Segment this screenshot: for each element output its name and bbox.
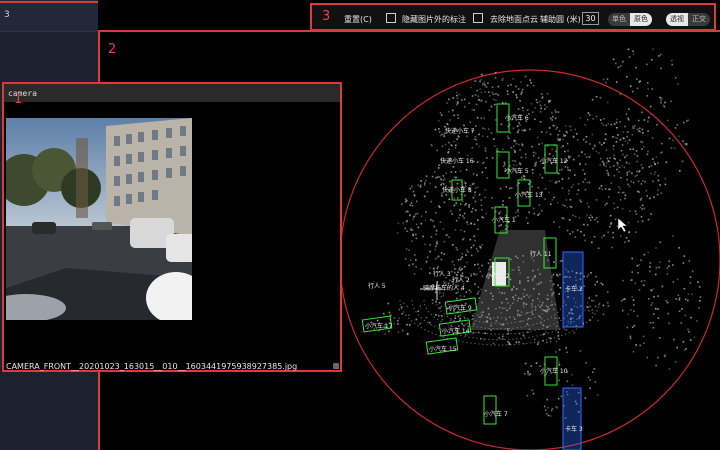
region-1-number: 1 <box>14 92 23 107</box>
hide-outside-label: 隐藏图片外的标注 <box>402 15 466 24</box>
camera-image <box>6 118 192 320</box>
region-2-number: 2 <box>108 42 117 57</box>
resize-handle-icon[interactable] <box>333 363 339 369</box>
color-mode-single[interactable]: 单色 <box>608 13 630 26</box>
top-left-annotation-strip <box>0 0 112 3</box>
aux-circle-input[interactable]: 30 <box>582 12 599 25</box>
remove-ground-label: 去除地面点云 <box>490 15 538 24</box>
remove-ground-checkbox[interactable] <box>473 13 483 23</box>
color-mode-toggle[interactable]: 单色 原色 <box>608 13 652 26</box>
camera-panel-title: camera <box>4 84 340 102</box>
sidebar-header: 3 <box>0 0 98 32</box>
sidebar-tab-label[interactable]: 3 <box>4 10 10 20</box>
region-3-number: 3 <box>322 9 331 24</box>
camera-panel[interactable]: camera 1 CAMERA_FRONT__20201023_163015__… <box>2 82 342 372</box>
view-toolbar: 3 重置(C) 隐藏图片外的标注 去除地面点云 辅助圆 (米) 30 单色 原色… <box>310 3 716 31</box>
view-mode-perspective[interactable]: 透视 <box>666 13 688 26</box>
reset-button[interactable]: 重置(C) <box>344 14 372 25</box>
view-mode-orthographic[interactable]: 正交 <box>688 13 710 26</box>
aux-circle-label: 辅助圆 (米) <box>540 15 581 24</box>
hide-outside-checkbox[interactable] <box>386 13 396 23</box>
color-mode-original[interactable]: 原色 <box>630 13 652 26</box>
view-mode-toggle[interactable]: 透视 正交 <box>666 13 710 26</box>
camera-image-scene <box>6 118 192 320</box>
camera-filename: CAMERA_FRONT__20201023_163015__010__1603… <box>6 362 298 371</box>
